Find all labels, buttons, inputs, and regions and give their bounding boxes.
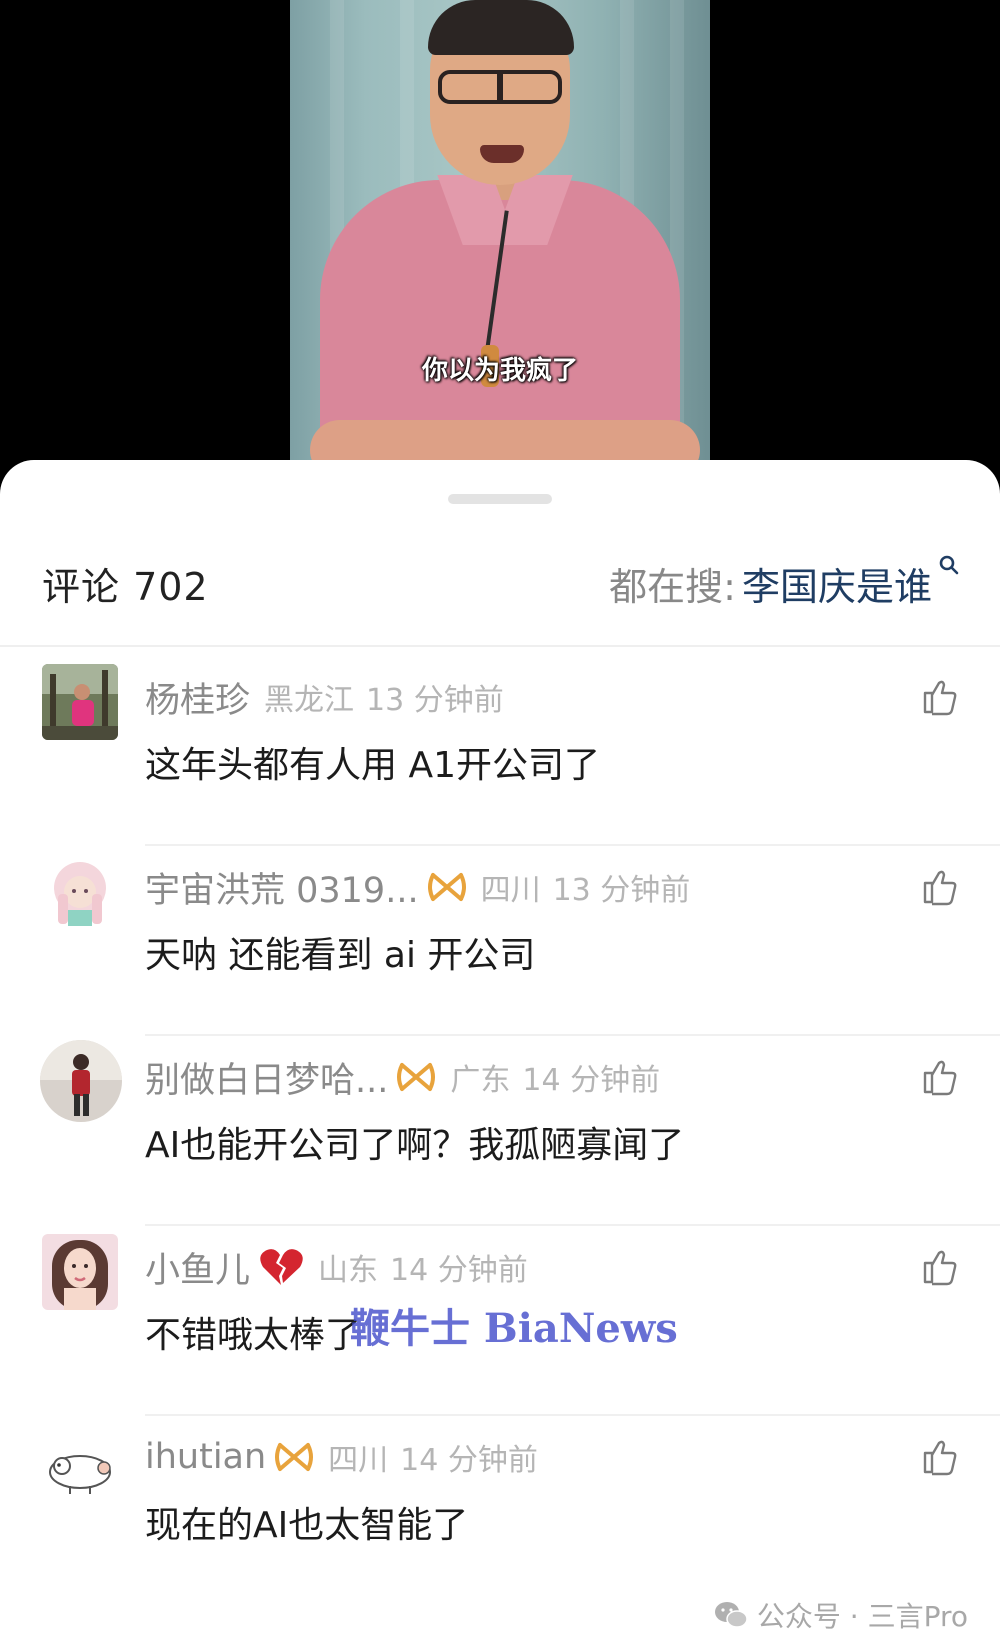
thumbs-up-icon[interactable] <box>920 1056 960 1096</box>
video-frame[interactable]: 你以为我疯了 <box>290 0 710 470</box>
broken-heart-icon <box>260 1249 303 1285</box>
thumbs-up-icon[interactable] <box>920 1436 960 1476</box>
comment-divider <box>145 1414 1000 1416</box>
comment-text: 这年头都有人用 A1开公司了 <box>145 745 600 786</box>
thumbs-up-icon[interactable] <box>920 676 960 716</box>
timestamp: 14 分钟前 <box>522 1063 661 1098</box>
location: 广东 <box>450 1063 511 1098</box>
comment-header: 评论 702 都在搜: 李国庆是谁 <box>0 554 1000 616</box>
location: 四川 <box>328 1443 389 1478</box>
trending-query-link[interactable]: 李国庆是谁 <box>742 556 932 611</box>
comment-count: 评论 702 <box>42 565 209 609</box>
thumbs-up-icon[interactable] <box>920 1246 960 1286</box>
location: 山东 <box>318 1253 379 1288</box>
avatar[interactable] <box>42 1428 118 1504</box>
username[interactable]: 宇宙洪荒 0319... <box>145 862 419 913</box>
comment-meta: ihutian 四川 14 分钟前 <box>145 1434 538 1480</box>
avatar[interactable] <box>42 1234 118 1310</box>
comment-meta: 小鱼儿 山东 14 分钟前 <box>145 1242 528 1293</box>
avatar[interactable] <box>42 854 118 930</box>
comment-item: 宇宙洪荒 0319... 四川 13 分钟前 天呐 还能看到 ai 开公司 <box>0 854 1000 1064</box>
sheet-drag-handle[interactable] <box>448 494 552 504</box>
fan-badge-icon <box>397 1063 436 1091</box>
person-hair <box>428 0 574 55</box>
avatar[interactable] <box>42 664 118 740</box>
comment-meta: 别做白日梦哈... 广东 14 分钟前 <box>145 1052 661 1103</box>
fan-badge-icon <box>427 873 466 901</box>
comment-item: 别做白日梦哈... 广东 14 分钟前 AI也能开公司了啊？我孤陋寡闻了 <box>0 1040 1000 1254</box>
thumbs-up-icon[interactable] <box>920 866 960 906</box>
comment-item: 杨桂珍 黑龙江 13 分钟前 这年头都有人用 A1开公司了 <box>0 664 1000 874</box>
location: 黑龙江 <box>264 683 355 718</box>
timestamp: 13 分钟前 <box>552 873 691 908</box>
comment-divider <box>145 1034 1000 1036</box>
username[interactable]: 杨桂珍 <box>145 672 250 723</box>
search-icon[interactable] <box>938 554 960 576</box>
comment-sheet: 评论 702 都在搜: 李国庆是谁 杨桂珍 黑龙江 13 分钟前 这年头都有人用… <box>0 460 1000 1652</box>
comment-text: 现在的AI也太智能了 <box>145 1505 469 1546</box>
wechat-icon <box>714 1602 748 1628</box>
header-divider <box>0 645 1000 647</box>
timestamp: 14 分钟前 <box>400 1443 538 1478</box>
comment-text: 不错哦太棒了 <box>145 1315 362 1356</box>
source-label: 公众号 · 三言Pro <box>756 1600 968 1633</box>
comment-divider <box>145 844 1000 846</box>
video-player[interactable]: 你以为我疯了 <box>0 0 1000 470</box>
username[interactable]: 别做白日梦哈... <box>145 1052 388 1103</box>
timestamp: 13 分钟前 <box>366 683 504 718</box>
avatar[interactable] <box>40 1040 122 1122</box>
video-subtitle: 你以为我疯了 <box>421 356 578 386</box>
username[interactable]: ihutian <box>145 1437 266 1477</box>
source-footer: 公众号 · 三言Pro <box>713 1595 968 1635</box>
username[interactable]: 小鱼儿 <box>145 1242 250 1293</box>
fan-badge-icon <box>275 1443 314 1471</box>
comment-text: 天呐 还能看到 ai 开公司 <box>145 935 536 976</box>
trending-label: 都在搜: <box>609 565 736 609</box>
comment-divider <box>145 1224 1000 1226</box>
comment-text: AI也能开公司了啊？我孤陋寡闻了 <box>145 1125 685 1166</box>
watermark-text: 鞭牛士 BiaNews <box>350 1305 678 1352</box>
comment-meta: 宇宙洪荒 0319... 四川 13 分钟前 <box>145 862 691 913</box>
timestamp: 14 分钟前 <box>390 1253 528 1288</box>
trending-search[interactable]: 都在搜: 李国庆是谁 <box>609 554 960 611</box>
comment-meta: 杨桂珍 黑龙江 13 分钟前 <box>145 672 504 723</box>
location: 四川 <box>480 873 541 908</box>
person-mouth <box>480 145 524 163</box>
person-glasses <box>438 70 562 104</box>
